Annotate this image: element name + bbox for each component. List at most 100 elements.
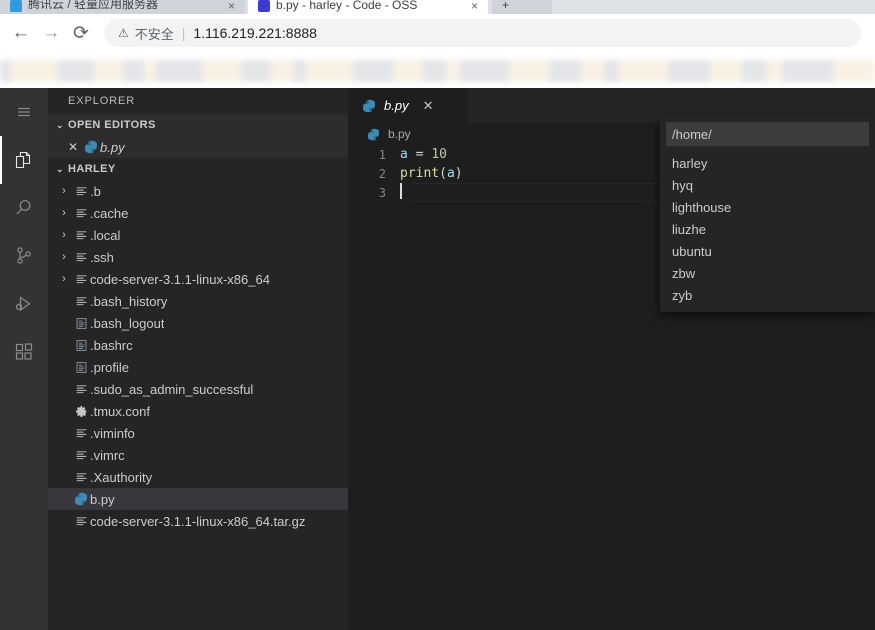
file-tree-row-label: .profile xyxy=(90,359,130,375)
python-icon xyxy=(360,99,378,113)
browser-tab-2-title: b.py - harley - Code - OSS xyxy=(276,0,418,12)
folder-icon xyxy=(72,185,90,198)
text-file-icon xyxy=(72,471,90,484)
file-tree-row-label: .viminfo xyxy=(90,425,135,441)
code-token: ) xyxy=(454,166,463,181)
folder-picker-item-label: harley xyxy=(672,155,708,171)
file-tree-row[interactable]: .bash_history xyxy=(48,290,348,312)
close-icon[interactable]: ✕ xyxy=(423,98,434,114)
bookmarks-bar xyxy=(0,52,875,88)
text-caret xyxy=(400,182,402,199)
file-tree-row-label: .sudo_as_admin_successful xyxy=(90,381,254,397)
back-button[interactable]: ← xyxy=(6,18,36,48)
address-bar[interactable]: ⚠ 不安全 | 1.116.219.221:8888 xyxy=(104,19,861,47)
text-file-icon xyxy=(72,515,90,528)
file-tree-row[interactable]: .sudo_as_admin_successful xyxy=(48,378,348,400)
vscode-window: EXPLORER ⌄ OPEN EDITORS ✕ b.py ⌄ HARLEY … xyxy=(0,88,875,630)
activity-item-extensions[interactable] xyxy=(0,328,48,376)
folder-section-header-label: HARLEY xyxy=(68,163,116,175)
browser-tab-2[interactable]: b.py - harley - Code - OSS × xyxy=(248,0,488,14)
sidebar-title: EXPLORER xyxy=(68,95,136,107)
browser-tab-1-close-icon[interactable]: × xyxy=(228,0,235,12)
folder-picker-item-label: ubuntu xyxy=(672,243,712,259)
file-tree-row[interactable]: code-server-3.1.1-linux-x86_64.tar.gz xyxy=(48,510,348,532)
file-tree-row[interactable]: › .cache xyxy=(48,202,348,224)
url-text: 1.116.219.221:8888 xyxy=(193,25,317,41)
open-editors-header[interactable]: ⌄ OPEN EDITORS xyxy=(48,114,348,136)
browser-tab-2-close-icon[interactable]: × xyxy=(471,0,478,12)
open-editor-label: b.py xyxy=(100,139,125,155)
line-number: 3 xyxy=(378,185,386,200)
run-debug-icon xyxy=(15,296,31,312)
folder-picker-item[interactable]: lighthouse xyxy=(660,196,875,218)
file-tree-row[interactable]: › code-server-3.1.1-linux-x86_64 xyxy=(48,268,348,290)
folder-icon xyxy=(72,229,90,242)
new-tab-button[interactable]: + xyxy=(492,0,552,14)
explorer-sidebar: EXPLORER ⌄ OPEN EDITORS ✕ b.py ⌄ HARLEY … xyxy=(48,88,348,630)
file-tree-row[interactable]: › .ssh xyxy=(48,246,348,268)
file-tree-row[interactable]: b.py xyxy=(48,488,348,510)
folder-picker-item[interactable]: zyb xyxy=(660,284,875,306)
file-tree-row[interactable]: › .local xyxy=(48,224,348,246)
vscode-favicon-icon xyxy=(258,0,270,12)
chevron-down-icon: ⌄ xyxy=(56,119,64,130)
folder-picker-item[interactable]: hyq xyxy=(660,174,875,196)
doc-file-icon xyxy=(72,361,90,374)
reload-button[interactable]: ⟳ xyxy=(66,18,96,48)
editor-tab-b-py[interactable]: b.py ✕ xyxy=(348,88,468,123)
activity-item-explorer[interactable] xyxy=(0,136,48,184)
folder-picker-item[interactable]: liuzhe xyxy=(660,218,875,240)
python-icon xyxy=(72,492,90,506)
file-tree-row[interactable]: .vimrc xyxy=(48,444,348,466)
activity-item-search[interactable] xyxy=(0,184,48,232)
folder-picker-item-label: hyq xyxy=(672,177,693,193)
folder-picker-item[interactable]: zbw xyxy=(660,262,875,284)
extensions-icon xyxy=(15,343,33,360)
file-tree-row-label: .local xyxy=(90,227,121,243)
activity-item-source-control[interactable] xyxy=(0,232,48,280)
folder-path-input[interactable]: /home/ xyxy=(666,122,869,146)
editor-tab-label: b.py xyxy=(384,98,409,113)
file-tree-row[interactable]: .tmux.conf xyxy=(48,400,348,422)
blurred-bookmarks-strip xyxy=(0,60,875,82)
activity-bar xyxy=(0,88,48,630)
doc-file-icon xyxy=(72,317,90,330)
file-tree-row[interactable]: .bashrc xyxy=(48,334,348,356)
activity-item-run-debug[interactable] xyxy=(0,280,48,328)
code-line-content xyxy=(400,182,402,203)
hamburger-icon xyxy=(18,107,30,117)
close-icon[interactable]: ✕ xyxy=(64,140,82,154)
source-control-icon xyxy=(17,247,31,264)
folder-icon xyxy=(72,273,90,286)
file-tree-row[interactable]: .viminfo xyxy=(48,422,348,444)
forward-button[interactable]: → xyxy=(36,18,66,48)
chevron-right-icon: › xyxy=(62,185,66,197)
text-file-icon xyxy=(72,449,90,462)
file-tree-row[interactable]: .profile xyxy=(48,356,348,378)
security-status-label: 不安全 xyxy=(134,26,174,42)
file-tree-row-label: b.py xyxy=(90,491,115,507)
folder-section-header[interactable]: ⌄ HARLEY xyxy=(48,158,348,180)
menu-button[interactable] xyxy=(0,88,48,136)
folder-picker-item[interactable]: harley xyxy=(660,152,875,174)
files-icon xyxy=(15,151,31,169)
folder-picker-item-label: zyb xyxy=(672,287,693,303)
open-editor-item-b-py[interactable]: ✕ b.py xyxy=(48,136,348,158)
file-tree-row[interactable]: › .b xyxy=(48,180,348,202)
open-editors-header-label: OPEN EDITORS xyxy=(68,119,156,131)
chevron-right-icon: › xyxy=(62,229,66,241)
file-tree-row-label: .tmux.conf xyxy=(90,403,150,419)
browser-toolbar: ← → ⟳ ⚠ 不安全 | 1.116.219.221:8888 xyxy=(0,14,875,52)
browser-tab-1-title: 腾讯云 / 轻量应用服务器 xyxy=(28,0,159,11)
chevron-down-icon: ⌄ xyxy=(56,163,64,174)
file-tree-row-label: .Xauthority xyxy=(90,469,153,485)
line-number: 1 xyxy=(378,147,386,162)
folder-icon xyxy=(72,207,90,220)
folder-picker-item[interactable]: ubuntu xyxy=(660,240,875,262)
not-secure-warning-icon: ⚠ xyxy=(118,26,129,40)
browser-tab-strip: 腾讯云 / 轻量应用服务器 × b.py - harley - Code - O… xyxy=(0,0,875,14)
browser-tab-1[interactable]: 腾讯云 / 轻量应用服务器 × xyxy=(0,0,245,14)
file-tree-row[interactable]: .Xauthority xyxy=(48,466,348,488)
file-tree-row[interactable]: .bash_logout xyxy=(48,312,348,334)
doc-file-icon xyxy=(72,339,90,352)
